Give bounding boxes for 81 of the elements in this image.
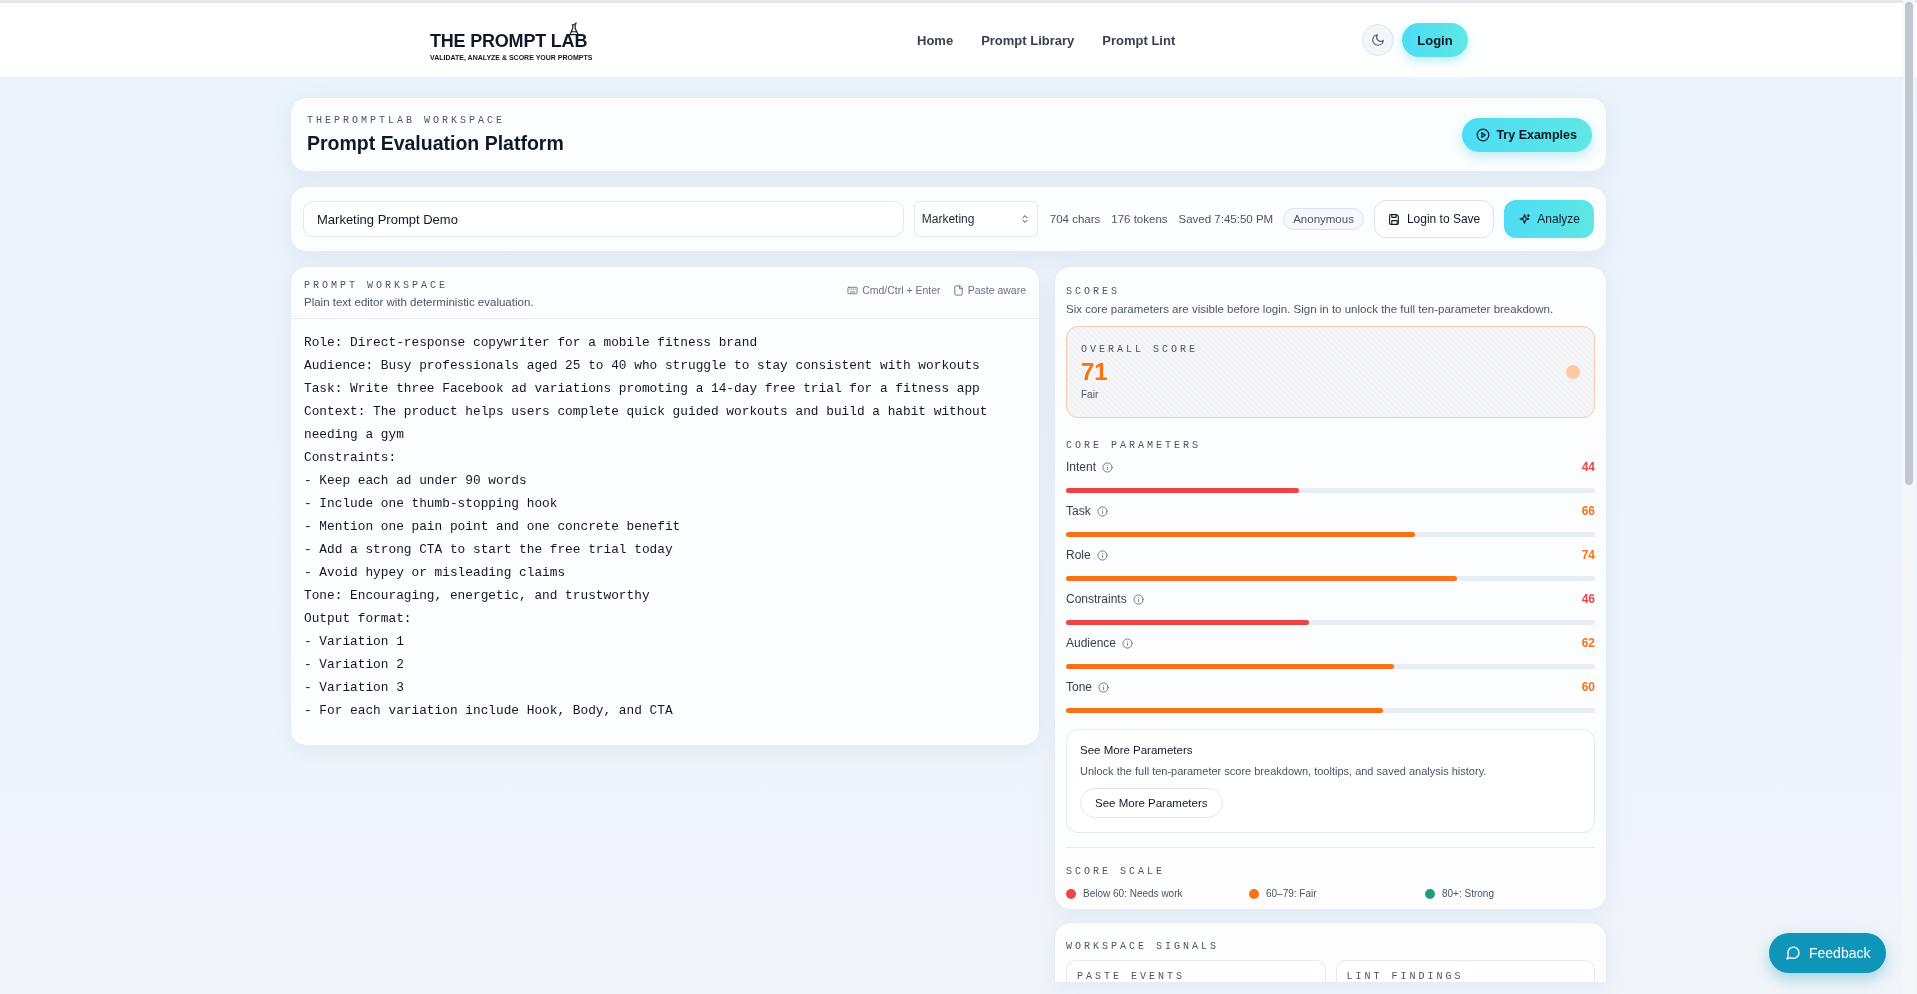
play-circle-icon [1476, 127, 1491, 142]
user-badge: Anonymous [1283, 208, 1364, 230]
parameter-name: Tone [1066, 680, 1093, 694]
chat-bubble-icon [1785, 945, 1801, 961]
theme-toggle-button[interactable] [1362, 24, 1395, 56]
editor-line: - Variation 3 [304, 679, 405, 697]
editor-line: - Add a strong CTA to start the free trial today [304, 541, 674, 559]
editor-line: Output format: [304, 610, 413, 628]
editor-line: Role: Direct-response copywriter for a mobile fitness brand [304, 334, 759, 352]
analyze-button[interactable]: Analyze [1504, 200, 1594, 238]
info-icon[interactable] [1122, 637, 1134, 649]
overall-score-value: 71 [1081, 358, 1109, 386]
hint-text: Cmd/Ctrl + Enter [862, 284, 941, 296]
hint-text: Paste aware [967, 284, 1026, 296]
editor-line: - Include one thumb-stopping hook [304, 495, 559, 513]
editor-line: Context: The product helps users complete quick guided workouts and build a habit without needing a gym [304, 403, 989, 444]
scrollbar[interactable] [1903, 0, 1915, 994]
editor-line: - Keep each ad under 90 words [304, 472, 528, 490]
parameter-name: Task [1066, 504, 1091, 518]
overall-score-rating: Fair [1081, 389, 1100, 400]
keyboard-icon [847, 284, 859, 296]
parameter-name: Intent [1066, 460, 1097, 474]
scale-label: 80+: Strong [1442, 888, 1494, 899]
saved-time: Saved 7:45:50 PM [1178, 213, 1274, 225]
parameter-score: 74 [1581, 548, 1595, 562]
overall-score-label: OVERALL SCORE [1081, 344, 1198, 355]
section-label: SCORES [1066, 286, 1120, 297]
parameter-score: 44 [1581, 460, 1595, 474]
login-to-save-button[interactable]: Login to Save [1373, 200, 1495, 238]
section-subtitle: Six core parameters are visible before login. Sign in to unlock the full ten-parameter breakdown. [1066, 303, 1555, 315]
parameter-score: 66 [1581, 504, 1595, 518]
nav-link[interactable]: Prompt Library [981, 32, 1075, 48]
try-examples-button[interactable]: Try Examples [1462, 117, 1592, 152]
char-count: 704 chars [1049, 213, 1101, 225]
editor-line: Task: Write three Facebook ad variations promoting a 14-day free trial for a fitness app [304, 380, 981, 398]
logo-title: THE PROMPT LAB [430, 31, 588, 50]
parameter-score: 62 [1581, 636, 1595, 650]
moon-icon [1371, 33, 1386, 47]
editor-line: Tone: Encouraging, energetic, and trustworthy [304, 587, 651, 605]
chevron-updown-icon [1019, 213, 1030, 225]
see-more-parameters-button[interactable]: See More Parameters [1080, 788, 1223, 818]
upgrade-title: See More Parameters [1080, 744, 1194, 756]
section-label: PROMPT WORKSPACE [304, 280, 449, 291]
nav-link[interactable]: Home [917, 32, 954, 48]
info-icon[interactable] [1096, 505, 1108, 517]
editor-line: Audience: Busy professionals aged 25 to 40 who struggle to stay consistent with workouts [304, 357, 981, 375]
parameter-name: Audience [1066, 636, 1117, 650]
info-icon[interactable] [1132, 593, 1144, 605]
scrollbar-thumb[interactable] [1905, 2, 1913, 485]
editor-line: - Mention one pain point and one concrete benefit [304, 518, 682, 536]
section-label: WORKSPACE SIGNALS [1066, 941, 1220, 952]
signal-card-title: LINT FINDINGS [1346, 971, 1464, 982]
parameter-score: 60 [1581, 680, 1595, 694]
token-count: 176 tokens [1111, 213, 1168, 225]
editor-line: - Avoid hypey or misleading claims [304, 564, 567, 582]
nav-link[interactable]: Prompt Lint [1102, 32, 1176, 48]
score-indicator-dot [1566, 365, 1580, 379]
info-icon[interactable] [1098, 681, 1110, 693]
upgrade-text: Unlock the full ten-parameter score breakdown, tooltips, and saved analysis history. [1080, 765, 1488, 777]
parameter-score: 46 [1581, 592, 1595, 606]
sparkle-icon [1518, 212, 1532, 226]
prompt-name-field[interactable]: Marketing Prompt Demo [303, 201, 904, 237]
core-parameters-label: CORE PARAMETERS [1066, 440, 1202, 451]
document-icon [952, 284, 964, 296]
score-scale-label: SCORE SCALE [1066, 866, 1165, 877]
page-title: Prompt Evaluation Platform [307, 131, 564, 155]
editor-line: - For each variation include Hook, Body, and CTA [304, 702, 674, 720]
scale-label: Below 60: Needs work [1083, 888, 1183, 899]
parameter-name: Role [1066, 548, 1091, 562]
login-button[interactable]: Login [1402, 23, 1468, 57]
info-icon[interactable] [1102, 461, 1114, 473]
editor-line: - Variation 2 [304, 656, 405, 674]
workspace-label: THEPROMPTLAB WORKSPACE [307, 114, 507, 126]
parameter-name: Constraints [1066, 592, 1127, 606]
editor-line: - Variation 1 [304, 633, 405, 651]
section-subtitle: Plain text editor with deterministic evaluation. [304, 296, 534, 308]
category-select[interactable]: Marketing [913, 201, 1038, 237]
scale-label: 60–79: Fair [1266, 888, 1317, 899]
info-icon[interactable] [1096, 549, 1108, 561]
signal-card-title: PASTE EVENTS [1077, 971, 1185, 982]
editor-line: Constraints: [304, 449, 398, 467]
